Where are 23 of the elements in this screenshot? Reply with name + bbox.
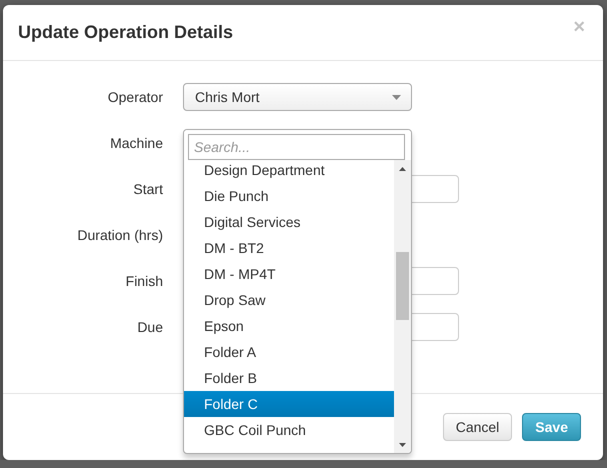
dropdown-option[interactable]: Design Department [184,160,394,183]
scrollbar-thumb[interactable] [396,252,409,320]
dropdown-option[interactable]: GBC Coil Punch [184,417,394,443]
field-label: Start [133,181,163,197]
search-field[interactable]: Search... [188,134,405,160]
dropdown-option[interactable]: Epson [184,313,394,339]
dropdown-option[interactable]: Folder A [184,339,394,365]
caret-icon [392,94,401,100]
dropdown-option[interactable]: Drop Saw [184,287,394,313]
cancel-button[interactable]: Cancel [442,413,512,441]
dropdown-option[interactable]: DM - BT2 [184,235,394,261]
dropdown-option[interactable]: DM - MP4T [184,261,394,287]
dropdown-option[interactable]: Digital Services [184,209,394,235]
dropdown-option[interactable]: Folder C [184,391,394,417]
field-label: Duration (hrs) [77,227,163,243]
field-label: Operator [108,89,163,105]
dropdown-option[interactable]: Die Punch [184,183,394,209]
field-label: Due [137,319,163,335]
dialog-title: Update Operation Details [18,22,234,43]
field-label: Finish [126,273,163,289]
select-field[interactable]: Chris Mort [183,83,412,111]
field-label: Machine [110,135,163,151]
dropdown-option[interactable]: Folder B [184,365,394,391]
